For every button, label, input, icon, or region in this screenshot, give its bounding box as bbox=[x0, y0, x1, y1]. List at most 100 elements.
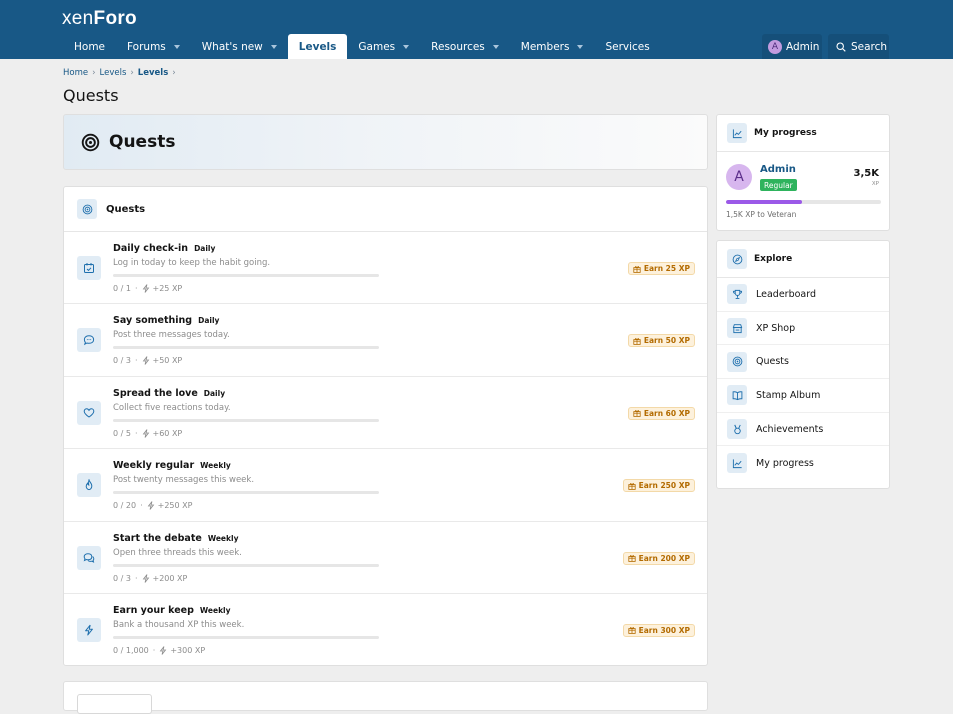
quest-progress: 0 / 1,000 bbox=[113, 645, 149, 655]
nav-forums[interactable]: Forums bbox=[116, 34, 191, 59]
search-button[interactable]: Search bbox=[828, 34, 889, 59]
quest-name[interactable]: Weekly regular bbox=[113, 460, 194, 471]
quest-frequency: Weekly bbox=[200, 461, 231, 471]
page-title: Quests bbox=[63, 86, 119, 105]
bolt-icon bbox=[77, 617, 101, 642]
earn-badge: Earn 50 XP bbox=[627, 334, 695, 348]
site-header: xenForo Home Forums What's new Levels Ga… bbox=[0, 0, 953, 59]
chevron-right-icon: › bbox=[92, 68, 96, 78]
chevron-right-icon: › bbox=[130, 68, 134, 78]
xp-next-text: 1,5K XP to Veteran bbox=[726, 210, 797, 219]
nav-whats-new[interactable]: What's new bbox=[191, 34, 288, 59]
quest-name[interactable]: Earn your keep bbox=[113, 605, 194, 616]
earn-badge: Earn 200 XP bbox=[622, 551, 695, 565]
xp-total: 3,5K bbox=[853, 168, 879, 179]
chevron-down-icon[interactable] bbox=[270, 44, 277, 49]
gift-icon bbox=[628, 626, 639, 635]
avatar[interactable]: A bbox=[726, 164, 752, 190]
quest-frequency: Weekly bbox=[207, 533, 239, 543]
quest-xp: +250 XP bbox=[157, 501, 193, 511]
gift-icon bbox=[633, 409, 644, 418]
quest-frequency: Daily bbox=[194, 244, 216, 253]
bolt-icon bbox=[142, 573, 153, 583]
breadcrumb-current[interactable]: Levels bbox=[138, 68, 168, 78]
nav-home[interactable]: Home bbox=[63, 34, 116, 59]
chevron-down-icon[interactable] bbox=[577, 44, 584, 49]
user-name[interactable]: Admin bbox=[760, 164, 796, 175]
bottom-button[interactable] bbox=[77, 694, 152, 714]
quest-progress: 0 / 1 bbox=[113, 284, 131, 293]
quests-block: Quests Daily check-in Daily Log in today … bbox=[63, 186, 708, 666]
account-button[interactable]: A Admin bbox=[762, 34, 822, 59]
chevron-down-icon[interactable] bbox=[403, 44, 410, 49]
quest-description: Open three threads this week. bbox=[113, 547, 242, 558]
explore-leaderboard[interactable]: Leaderboard bbox=[717, 278, 889, 312]
explore-xp-shop[interactable]: XP Shop bbox=[717, 312, 889, 346]
earn-badge: Earn 60 XP bbox=[627, 406, 695, 420]
explore-card-title: Explore bbox=[754, 254, 793, 264]
compass-icon bbox=[727, 249, 747, 269]
earn-badge: Earn 300 XP bbox=[622, 623, 695, 637]
target-icon bbox=[81, 133, 100, 152]
quest-name[interactable]: Spread the love bbox=[113, 388, 198, 399]
gift-icon bbox=[628, 554, 639, 562]
bolt-icon bbox=[142, 356, 153, 366]
explore-achievements[interactable]: Achievements bbox=[717, 413, 889, 447]
quest-description: Log in today to keep the habit going. bbox=[113, 258, 271, 268]
quest-meta: 0 / 20 · +250 XP bbox=[113, 501, 193, 511]
bolt-icon bbox=[147, 501, 158, 510]
quest-progress-bar bbox=[113, 563, 379, 567]
nav-levels[interactable]: Levels bbox=[287, 34, 348, 59]
hero-banner: Quests bbox=[63, 114, 708, 170]
explore-stamp-album[interactable]: Stamp Album bbox=[717, 379, 889, 413]
nav-services[interactable]: Services bbox=[594, 34, 660, 59]
quest-row: Daily check-in Daily Log in today to keep… bbox=[64, 232, 707, 305]
hero-title: Quests bbox=[109, 132, 176, 152]
quest-description: Post three messages today. bbox=[113, 330, 230, 341]
quest-row: Weekly regular Weekly Post twenty message… bbox=[64, 449, 707, 522]
quest-progress: 0 / 3 bbox=[113, 573, 131, 583]
xp-label: XP bbox=[871, 181, 879, 187]
main-nav: Home Forums What's new Levels Games Reso… bbox=[63, 34, 661, 59]
quest-progress: 0 / 5 bbox=[113, 428, 131, 438]
quest-progress-bar bbox=[113, 346, 379, 350]
chevron-down-icon[interactable] bbox=[173, 44, 180, 49]
explore-card: Explore Leaderboard XP Shop Quests Stamp… bbox=[716, 240, 890, 489]
chart-icon bbox=[727, 453, 747, 474]
progress-card-title: My progress bbox=[754, 128, 817, 138]
quest-name[interactable]: Start the debate bbox=[113, 533, 202, 544]
quest-xp: +25 XP bbox=[152, 284, 183, 293]
quest-row: Say something Daily Post three messages t… bbox=[64, 304, 707, 377]
album-icon bbox=[727, 385, 747, 406]
gift-icon bbox=[633, 337, 644, 345]
quest-frequency: Daily bbox=[198, 316, 220, 326]
nav-games[interactable]: Games bbox=[347, 34, 420, 59]
quest-row: Earn your keep Weekly Bank a thousand XP … bbox=[64, 594, 707, 666]
breadcrumb-home[interactable]: Home bbox=[63, 68, 88, 78]
quest-progress: 0 / 20 bbox=[113, 501, 137, 511]
xp-progress-bar bbox=[726, 200, 881, 204]
quest-progress-bar bbox=[113, 635, 379, 639]
explore-my-progress[interactable]: My progress bbox=[717, 446, 889, 480]
nav-resources[interactable]: Resources bbox=[420, 34, 510, 59]
site-logo[interactable]: xenForo bbox=[62, 8, 137, 30]
nav-members[interactable]: Members bbox=[510, 34, 595, 59]
quest-progress-bar bbox=[113, 418, 379, 422]
quest-name[interactable]: Daily check-in bbox=[113, 243, 188, 254]
progress-card-header: My progress bbox=[717, 115, 889, 152]
explore-quests[interactable]: Quests bbox=[717, 345, 889, 380]
medal-icon bbox=[727, 419, 747, 440]
quest-meta: 0 / 1 · +25 XP bbox=[113, 284, 183, 293]
quest-xp: +60 XP bbox=[152, 428, 183, 438]
explore-card-header: Explore bbox=[717, 241, 889, 278]
target-icon bbox=[727, 351, 747, 372]
search-label: Search bbox=[851, 40, 888, 53]
quest-xp: +200 XP bbox=[152, 573, 188, 583]
chevron-down-icon[interactable] bbox=[492, 44, 499, 49]
quest-progress: 0 / 3 bbox=[113, 356, 131, 366]
breadcrumb-levels[interactable]: Levels bbox=[100, 68, 127, 78]
quest-progress-bar bbox=[113, 491, 379, 495]
quest-progress-bar bbox=[113, 274, 379, 277]
quests-title: Quests bbox=[106, 203, 146, 215]
quest-name[interactable]: Say something bbox=[113, 315, 192, 326]
